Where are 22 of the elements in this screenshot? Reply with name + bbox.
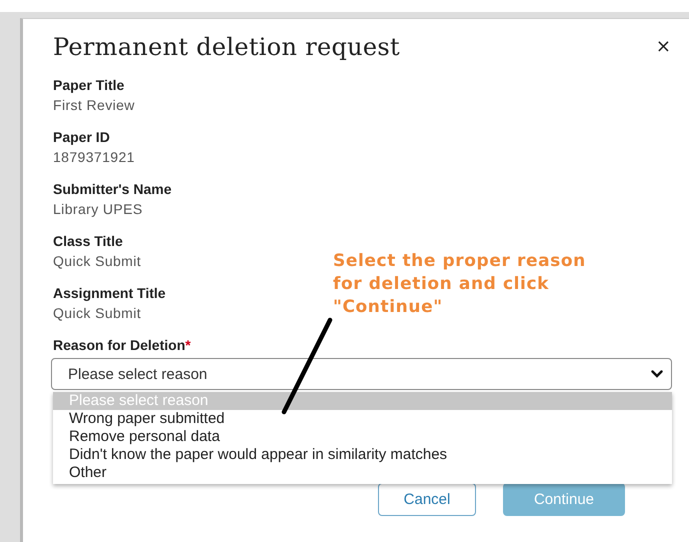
field-label: Class Title [53, 232, 123, 251]
dropdown-option[interactable]: Remove personal data [53, 428, 672, 446]
field-label: Assignment Title [53, 284, 166, 303]
field-label: Paper Title [53, 76, 124, 95]
field-value: Library UPES [53, 200, 143, 219]
field-label: Paper ID [53, 128, 110, 147]
cancel-button[interactable]: Cancel [378, 483, 476, 516]
dialog-title: Permanent deletion request [53, 33, 400, 61]
dropdown-option[interactable]: Didn't know the paper would appear in similarity matches [53, 446, 672, 464]
field-label: Submitter's Name [53, 180, 172, 199]
close-button[interactable]: × [652, 38, 671, 56]
field-value: First Review [53, 96, 135, 115]
chevron-down-icon [651, 370, 663, 378]
field-value: Quick Submit [53, 252, 142, 271]
annotation-text: Select the proper reason for deletion and click "Continue" [333, 250, 586, 319]
reason-select[interactable]: Please select reason [51, 358, 672, 390]
dropdown-option[interactable]: Other [53, 464, 672, 482]
field-value: Quick Submit [53, 304, 142, 323]
dropdown-option[interactable]: Wrong paper submitted [53, 410, 672, 428]
field-label: Reason for Deletion [53, 337, 186, 353]
field-value: 1879371921 [53, 148, 135, 167]
required-mark: * [185, 337, 191, 353]
